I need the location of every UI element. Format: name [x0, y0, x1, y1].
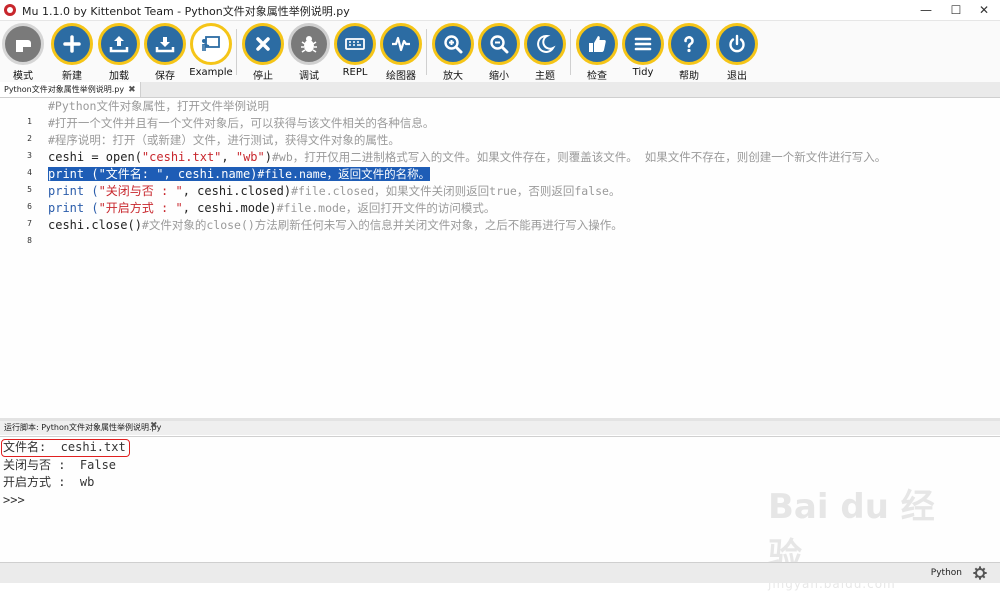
debug-button[interactable]: 调试 — [286, 23, 332, 82]
close-icon — [242, 23, 284, 65]
toolbar-separator — [570, 29, 571, 75]
close-window-button[interactable]: ✕ — [970, 1, 998, 19]
mode-button[interactable]: 模式 — [0, 23, 46, 82]
output-line: 关闭与否 : False — [3, 458, 117, 472]
code-line: #打开一个文件并且有一个文件对象后，可以获得与该文件相关的各种信息。 — [48, 116, 435, 130]
window-title: Mu 1.1.0 by Kittenbot Team - Python文件对象属… — [22, 5, 350, 18]
code-line: #Python文件对象属性，打开文件举例说明 — [48, 99, 269, 113]
tab-file[interactable]: Python文件对象属性举例说明.py ✖ — [0, 82, 141, 97]
zoom-in-button[interactable]: 放大 — [430, 23, 476, 82]
title-bar: Mu 1.1.0 by Kittenbot Team - Python文件对象属… — [0, 0, 1000, 21]
selected-code-line: print ("文件名: ", ceshi.name)#file.name，返回… — [48, 166, 431, 183]
line-number: 4 — [27, 168, 32, 177]
question-icon — [668, 23, 710, 65]
toolbar: 模式 新建 加载 保存 Example 停止 调试 REPL 绘图器 放大 缩小… — [0, 21, 1000, 82]
example-button[interactable]: Example — [188, 23, 234, 81]
code-line: print ("开启方式 : ", ceshi.mode)#file.mode，… — [48, 201, 496, 215]
help-button[interactable]: 帮助 — [666, 23, 712, 82]
status-mode: Python — [930, 568, 962, 578]
line-number: 2 — [27, 134, 32, 143]
code-line: #程序说明：打开（或新建）文件，进行测试，获得文件对象的属性。 — [48, 133, 400, 147]
moon-icon — [524, 23, 566, 65]
thumbs-up-icon — [576, 23, 618, 65]
repl-title: 运行脚本: Python文件对象属性举例说明.py — [4, 423, 162, 432]
quit-button[interactable]: 退出 — [714, 23, 760, 82]
lines-icon — [622, 23, 664, 65]
repl-prompt: >>> — [3, 493, 25, 507]
plotter-button[interactable]: 绘图器 — [378, 23, 424, 82]
keyboard-icon — [334, 23, 376, 65]
presentation-icon — [190, 23, 232, 65]
save-button[interactable]: 保存 — [142, 23, 188, 82]
baidu-watermark: Bai du 经验 jingyan.baidu.com — [768, 479, 968, 591]
repl-output-pane[interactable]: 文件名: ceshi.txt 关闭与否 : False 开启方式 : wb >>… — [0, 436, 1000, 591]
zoom-out-button[interactable]: 缩小 — [476, 23, 522, 82]
code-line: ceshi.close()#文件对象的close()方法刷新任何未写入的信息并关… — [48, 218, 623, 232]
tab-close-icon[interactable]: ✖ — [128, 83, 136, 98]
line-number: 6 — [27, 202, 32, 211]
download-icon — [144, 23, 186, 65]
upload-icon — [98, 23, 140, 65]
line-number: 3 — [27, 151, 32, 160]
maximize-button[interactable]: ☐ — [942, 1, 970, 19]
load-button[interactable]: 加载 — [96, 23, 142, 82]
repl-close-icon[interactable]: ✖ — [150, 421, 158, 431]
output-line: 开启方式 : wb — [3, 475, 95, 489]
status-bar: Python — [0, 562, 1000, 583]
minimize-button[interactable]: — — [912, 1, 940, 19]
line-number: 5 — [27, 185, 32, 194]
mode-icon — [2, 23, 44, 65]
stop-button[interactable]: 停止 — [240, 23, 286, 82]
line-number: 8 — [27, 236, 32, 245]
app-logo-icon — [4, 4, 16, 16]
pulse-icon — [380, 23, 422, 65]
line-number-gutter: 1 2 3 4 5 6 7 8 — [0, 98, 46, 418]
code-line: print ("关闭与否 : ", ceshi.closed)#file.clo… — [48, 184, 621, 198]
code-editor[interactable]: 1 2 3 4 5 6 7 8 #Python文件对象属性，打开文件举例说明 #… — [0, 98, 1000, 418]
gear-icon[interactable] — [972, 565, 988, 581]
power-icon — [716, 23, 758, 65]
plus-icon — [51, 23, 93, 65]
toolbar-separator — [236, 29, 237, 75]
output-line: 文件名: ceshi.txt — [3, 440, 126, 454]
line-number: 7 — [27, 219, 32, 228]
repl-header: 运行脚本: Python文件对象属性举例说明.py ✖ — [0, 421, 1000, 435]
selection-highlight: print ("文件名: ", ceshi.name)#file.name，返回… — [48, 167, 431, 181]
zoom-in-icon — [432, 23, 474, 65]
line-number: 1 — [27, 117, 32, 126]
theme-button[interactable]: 主题 — [522, 23, 568, 82]
toolbar-separator — [426, 29, 427, 75]
check-button[interactable]: 检查 — [574, 23, 620, 82]
tab-label: Python文件对象属性举例说明.py — [4, 85, 125, 94]
code-line: ceshi = open("ceshi.txt", "wb")#wb，打开仅用二… — [48, 150, 887, 164]
bug-icon — [288, 23, 330, 65]
new-button[interactable]: 新建 — [49, 23, 95, 82]
repl-button[interactable]: REPL — [332, 23, 378, 81]
zoom-out-icon — [478, 23, 520, 65]
tab-bar: Python文件对象属性举例说明.py ✖ — [0, 82, 1000, 98]
tidy-button[interactable]: Tidy — [620, 23, 666, 81]
code-area[interactable]: #Python文件对象属性，打开文件举例说明 #打开一个文件并且有一个文件对象后… — [48, 98, 998, 418]
